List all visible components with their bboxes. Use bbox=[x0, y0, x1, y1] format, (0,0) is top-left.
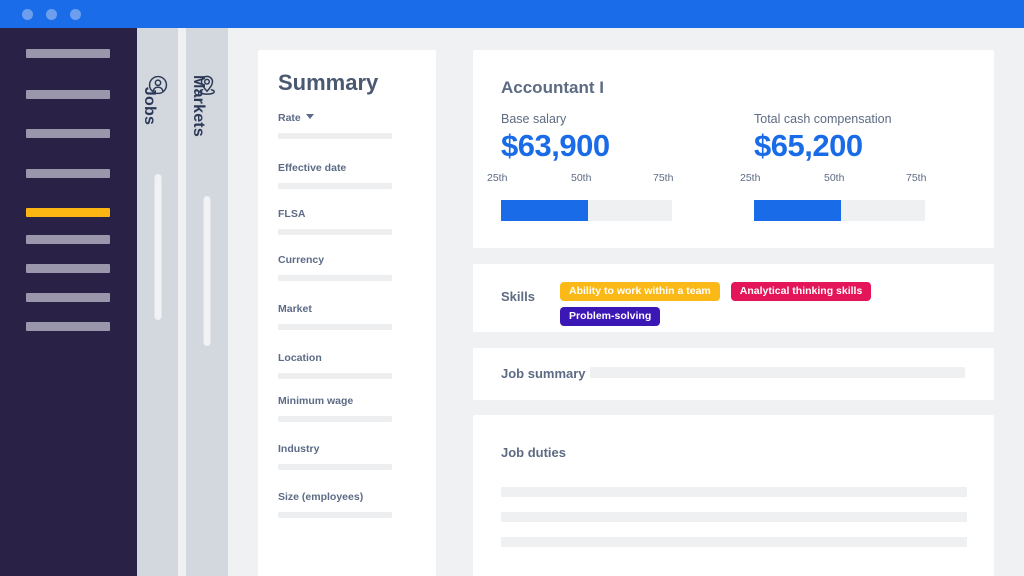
field-label: Industry bbox=[278, 443, 320, 455]
total-cash-value: $65,200 bbox=[754, 128, 863, 163]
main-sidebar bbox=[0, 28, 137, 576]
field-label: Market bbox=[278, 303, 312, 315]
chevron-down-icon[interactable] bbox=[305, 114, 314, 120]
total-tick-50: 50th bbox=[824, 172, 845, 184]
window-dot-close[interactable] bbox=[22, 8, 33, 20]
field-value[interactable] bbox=[278, 275, 392, 281]
window-dot-maximize[interactable] bbox=[70, 8, 81, 20]
field-value[interactable] bbox=[278, 512, 392, 518]
salary-card: Accountant I Base salary $63,900 25th 50… bbox=[473, 50, 994, 248]
summary-field-rate[interactable]: Rate bbox=[278, 108, 392, 139]
sidebar-item-6[interactable] bbox=[26, 235, 110, 244]
skills-label: Skills bbox=[501, 289, 535, 304]
tab-markets-scrollbar[interactable] bbox=[203, 196, 211, 346]
field-label: Currency bbox=[278, 254, 325, 266]
field-label: Minimum wage bbox=[278, 395, 354, 407]
total-percentile-track bbox=[754, 200, 925, 221]
job-duties-card: Job duties bbox=[473, 415, 994, 576]
content-area: Summary Rate Effective date FLSA Currency Ma… bbox=[228, 28, 1024, 576]
sidebar-item-5[interactable] bbox=[26, 208, 110, 217]
sidebar-item-9[interactable] bbox=[26, 322, 110, 331]
summary-field-currency[interactable]: Currency bbox=[278, 250, 392, 281]
base-tick-50: 50th bbox=[571, 172, 592, 184]
job-summary-value bbox=[590, 367, 965, 378]
sidebar-item-8[interactable] bbox=[26, 293, 110, 302]
field-label: Size (employees) bbox=[278, 491, 364, 503]
total-cash-block: Total cash compensation $65,200 25th 50t… bbox=[740, 112, 954, 221]
total-percentile-ticks: 25th 50th 75th bbox=[740, 172, 927, 185]
base-salary-block: Base salary $63,900 25th 50th 75th bbox=[487, 112, 701, 221]
field-label: Effective date bbox=[278, 162, 347, 174]
summary-field-minimum-wage[interactable]: Minimum wage bbox=[278, 391, 392, 422]
sidebar-item-4[interactable] bbox=[26, 169, 110, 178]
app-window: Jobs Markets Summary Rate Effective date F… bbox=[0, 0, 1024, 576]
tab-jobs[interactable]: Jobs bbox=[137, 28, 178, 576]
field-value[interactable] bbox=[278, 183, 392, 189]
sidebar-item-2[interactable] bbox=[26, 90, 110, 99]
tab-jobs-label: Jobs bbox=[140, 86, 158, 126]
field-label: Rate bbox=[278, 112, 301, 124]
summary-field-industry[interactable]: Industry bbox=[278, 439, 392, 470]
title-bar bbox=[0, 0, 1024, 28]
field-value[interactable] bbox=[278, 229, 392, 235]
base-percentile-fill bbox=[501, 200, 589, 221]
skill-tag[interactable]: Analytical thinking skills bbox=[730, 282, 872, 301]
summary-field-flsa[interactable]: FLSA bbox=[278, 204, 392, 235]
total-tick-25: 25th bbox=[740, 172, 761, 184]
field-value[interactable] bbox=[278, 464, 392, 470]
sidebar-item-7[interactable] bbox=[26, 264, 110, 273]
job-duty-line bbox=[501, 537, 967, 547]
field-value[interactable] bbox=[278, 133, 392, 139]
base-salary-value: $63,900 bbox=[501, 128, 610, 163]
summary-field-market[interactable]: Market bbox=[278, 299, 392, 330]
field-value[interactable] bbox=[278, 416, 392, 422]
tab-markets-label: Markets bbox=[190, 75, 207, 137]
job-summary-card: Job summary bbox=[473, 348, 994, 400]
job-title: Accountant I bbox=[501, 78, 604, 97]
base-tick-25: 25th bbox=[487, 172, 508, 184]
tab-jobs-scrollbar[interactable] bbox=[154, 174, 161, 320]
summary-field-size-employees[interactable]: Size (employees) bbox=[278, 487, 392, 518]
job-duty-line bbox=[501, 487, 967, 497]
window-dot-minimize[interactable] bbox=[46, 8, 57, 20]
skills-card: Skills Ability to work within a team Anal… bbox=[473, 264, 994, 332]
skill-tag[interactable]: Ability to work within a team bbox=[560, 282, 720, 301]
summary-card: Summary Rate Effective date FLSA Currency Ma… bbox=[258, 50, 436, 576]
base-tick-75: 75th bbox=[653, 172, 674, 184]
skill-tag[interactable]: Problem-solving bbox=[560, 307, 661, 326]
job-duties-label: Job duties bbox=[501, 445, 567, 460]
skill-tag-list: Ability to work within a team Analytical … bbox=[560, 282, 980, 326]
base-salary-label: Base salary bbox=[501, 112, 567, 126]
field-value[interactable] bbox=[278, 373, 392, 379]
total-percentile-fill bbox=[754, 200, 842, 221]
total-cash-label: Total cash compensation bbox=[754, 112, 892, 126]
summary-field-location[interactable]: Location bbox=[278, 348, 392, 379]
field-label: FLSA bbox=[278, 208, 306, 220]
field-label: Location bbox=[278, 352, 322, 364]
total-tick-75: 75th bbox=[906, 172, 927, 184]
sidebar-item-3[interactable] bbox=[26, 129, 110, 138]
job-duty-line bbox=[501, 512, 967, 522]
base-percentile-track bbox=[501, 200, 672, 221]
tab-markets[interactable]: Markets bbox=[186, 28, 228, 576]
sidebar-item-1[interactable] bbox=[26, 49, 110, 58]
base-percentile-ticks: 25th 50th 75th bbox=[487, 172, 674, 185]
field-value[interactable] bbox=[278, 324, 392, 330]
job-summary-label: Job summary bbox=[501, 366, 586, 381]
page-title: Summary bbox=[278, 70, 379, 95]
summary-field-effective-date[interactable]: Effective date bbox=[278, 158, 392, 189]
